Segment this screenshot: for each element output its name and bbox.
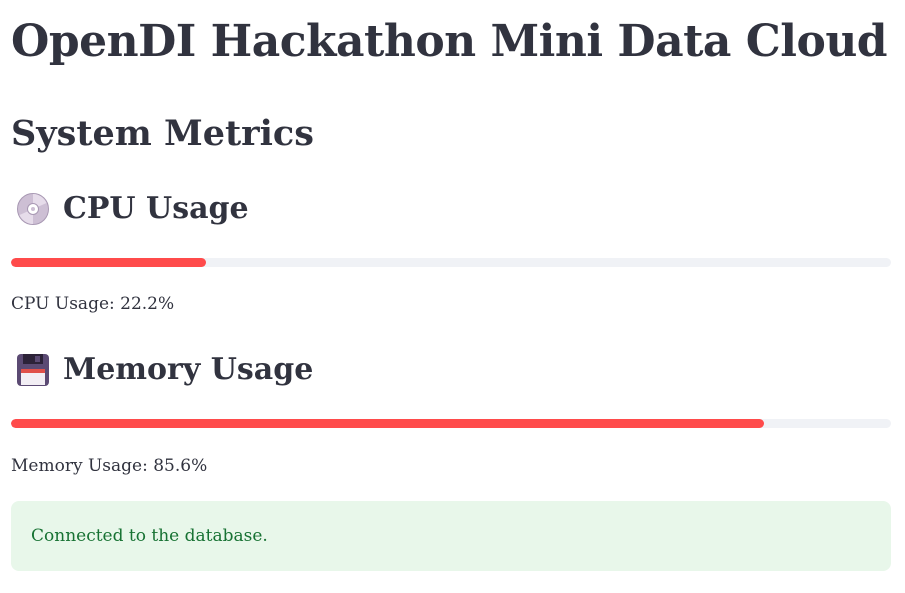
memory-progress-bar xyxy=(11,419,891,428)
cpu-progress-fill xyxy=(11,258,207,267)
success-alert: Connected to the database. xyxy=(11,501,891,571)
cpu-progress-bar xyxy=(11,258,891,267)
floppy-disk-icon xyxy=(16,353,50,387)
cpu-usage-text: CPU Usage: 22.2% xyxy=(11,294,175,314)
page-title: OpenDI Hackathon Mini Data Cloud xyxy=(11,16,888,67)
disc-icon xyxy=(16,192,50,226)
memory-progress-fill xyxy=(11,419,765,428)
status-message: Connected to the database. xyxy=(31,526,268,546)
memory-usage-text: Memory Usage: 85.6% xyxy=(11,456,208,476)
memory-usage-header: Memory Usage xyxy=(16,349,313,391)
section-title: System Metrics xyxy=(11,113,314,154)
cpu-usage-heading: CPU Usage xyxy=(63,191,249,226)
cpu-usage-header: CPU Usage xyxy=(16,188,249,230)
memory-usage-heading: Memory Usage xyxy=(63,352,314,387)
app-page: OpenDI Hackathon Mini Data Cloud System … xyxy=(0,0,905,593)
